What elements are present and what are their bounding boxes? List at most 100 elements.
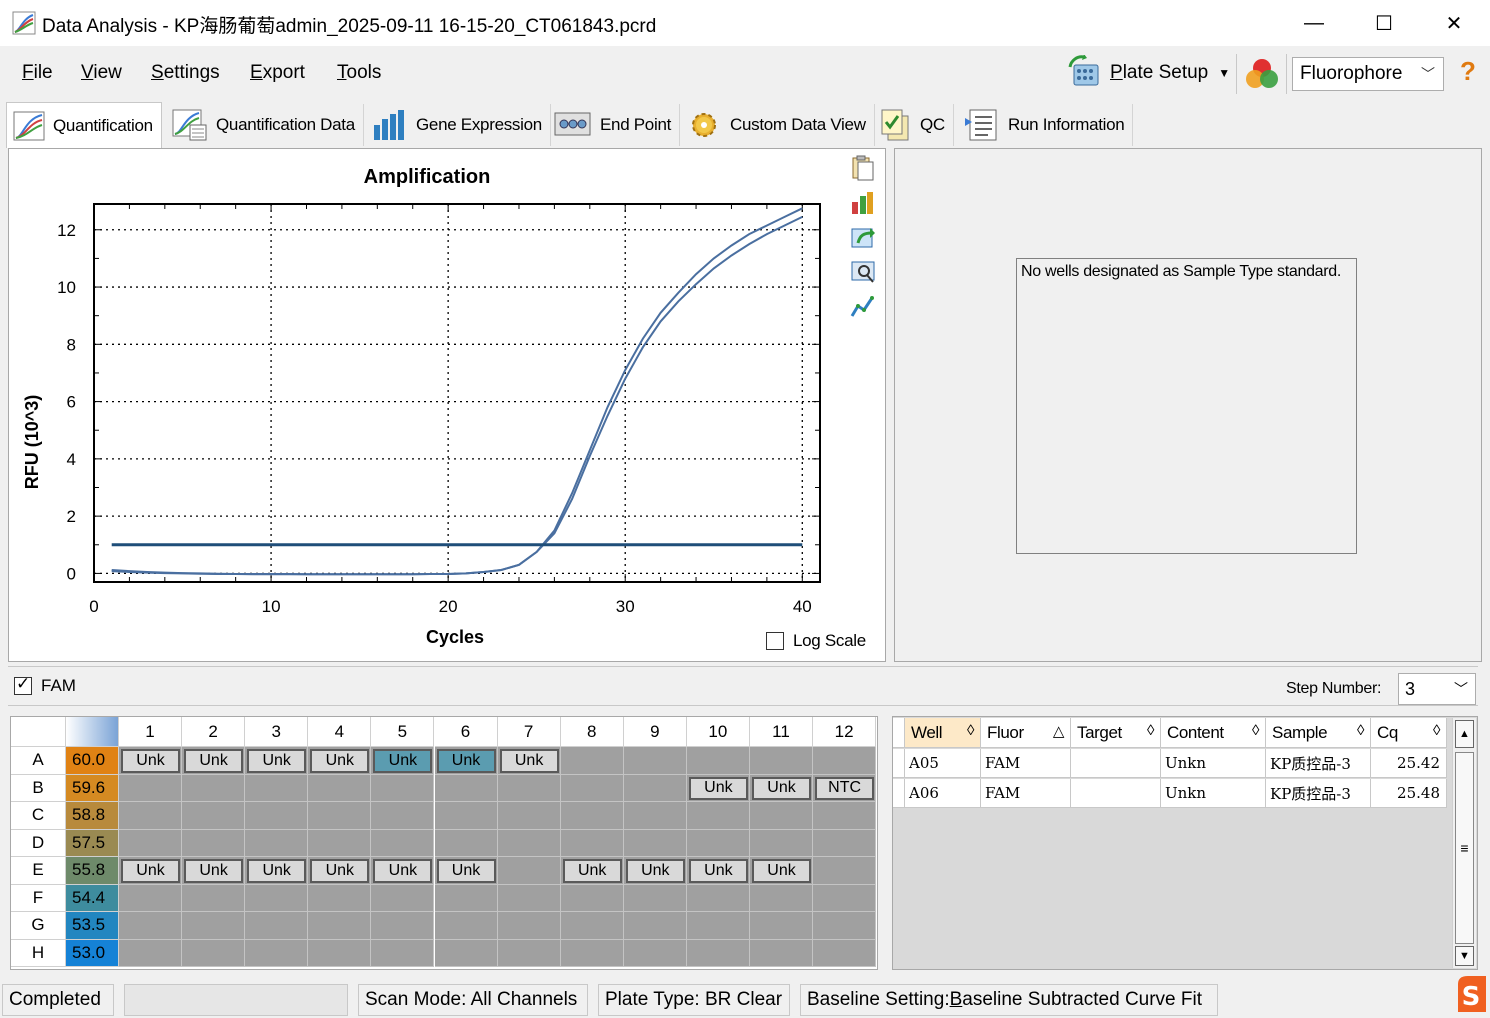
menu-file[interactable]: File [22, 62, 53, 84]
plate-row-header[interactable]: F [11, 884, 66, 912]
export-graph-icon[interactable] [850, 225, 876, 251]
fluorophore-select[interactable]: Fluorophore ﹀ [1292, 57, 1444, 91]
plate-empty-cell[interactable] [813, 802, 877, 830]
plate-column-header[interactable]: 4 [308, 717, 372, 747]
plate-empty-cell[interactable] [686, 829, 750, 857]
tab-custom-data-view[interactable]: Custom Data View [680, 104, 875, 146]
table-cell-target[interactable] [1071, 779, 1161, 808]
plate-well[interactable]: Unk [562, 859, 622, 883]
tab-quantification-data[interactable]: Quantification Data [166, 104, 364, 146]
close-button[interactable]: ✕ [1419, 0, 1489, 46]
plate-empty-cell[interactable] [560, 939, 624, 967]
plate-empty-cell[interactable] [686, 802, 750, 830]
ime-s-icon[interactable]: S [1454, 974, 1490, 1014]
plate-empty-cell[interactable] [371, 939, 435, 967]
sort-icon[interactable]: △ [1053, 722, 1065, 740]
plate-empty-cell[interactable] [497, 774, 561, 802]
plate-empty-cell[interactable] [623, 939, 687, 967]
plate-setup-button[interactable]: Plate Setup ▼ [1068, 50, 1232, 96]
plate-row-header[interactable]: G [11, 912, 66, 940]
table-header-well[interactable]: Well ◊ [905, 718, 981, 748]
plate-empty-cell[interactable] [119, 774, 182, 802]
table-header-content[interactable]: Content ◊ [1161, 718, 1266, 748]
tab-end-point[interactable]: End Point [548, 104, 681, 146]
trace-style-icon[interactable] [850, 294, 876, 320]
plate-empty-cell[interactable] [497, 829, 561, 857]
plate-well[interactable]: Unk [752, 859, 811, 883]
plate-row-header[interactable]: B [11, 774, 66, 802]
plate-empty-cell[interactable] [623, 774, 687, 802]
plate-empty-cell[interactable] [434, 912, 498, 940]
plate-empty-cell[interactable] [182, 884, 246, 912]
plate-empty-cell[interactable] [371, 829, 435, 857]
table-cell-sample[interactable]: KP质控品-3 [1266, 749, 1371, 778]
plate-empty-cell[interactable] [497, 857, 561, 885]
table-cell-sample[interactable]: KP质控品-3 [1266, 779, 1371, 808]
amplification-chart[interactable]: Amplification Cycles RFU (10^3) 0 10 20 30 4… [8, 148, 886, 662]
scroll-thumb[interactable]: ≡ [1455, 752, 1474, 944]
menu-export[interactable]: Export [250, 62, 305, 84]
plate-column-header[interactable]: 12 [813, 717, 877, 747]
table-cell-well[interactable]: A05 [905, 749, 981, 778]
plate-empty-cell[interactable] [308, 774, 372, 802]
table-cell-content[interactable]: Unkn [1161, 779, 1266, 808]
plate-well[interactable]: Unk [121, 859, 180, 883]
plate-empty-cell[interactable] [245, 884, 309, 912]
plate-empty-cell[interactable] [245, 774, 309, 802]
plate-empty-cell[interactable] [119, 939, 182, 967]
plate-empty-cell[interactable] [434, 829, 498, 857]
plate-column-header[interactable]: 6 [434, 717, 498, 747]
plate-well[interactable]: Unk [625, 859, 685, 883]
log-scale-toggle[interactable]: Log Scale [766, 631, 866, 651]
plate-well[interactable]: Unk [499, 749, 559, 773]
plate-empty-cell[interactable] [182, 802, 246, 830]
plate-empty-cell[interactable] [750, 884, 813, 912]
plate-column-header[interactable]: 1 [119, 717, 182, 747]
plate-column-header[interactable]: 11 [750, 717, 813, 747]
plate-empty-cell[interactable] [686, 747, 750, 775]
help-icon[interactable]: ? [1460, 56, 1476, 87]
maximize-button[interactable]: ☐ [1349, 0, 1419, 46]
sort-icon[interactable]: ◊ [1252, 722, 1259, 739]
amplification-curve-1[interactable] [111, 207, 803, 576]
plate-empty-cell[interactable] [560, 802, 624, 830]
table-header-fluor[interactable]: Fluor △ [981, 718, 1071, 748]
plate-empty-cell[interactable] [623, 912, 687, 940]
plate-empty-cell[interactable] [813, 747, 877, 775]
menu-settings[interactable]: Settings [151, 62, 220, 84]
plate-empty-cell[interactable] [813, 912, 877, 940]
plate-well[interactable]: Unk [436, 859, 496, 883]
plate-empty-cell[interactable] [245, 912, 309, 940]
plate-empty-cell[interactable] [371, 774, 435, 802]
plate-empty-cell[interactable] [245, 802, 309, 830]
sort-icon[interactable]: ◊ [1433, 722, 1440, 739]
plate-well[interactable]: NTC [815, 776, 875, 800]
plate-empty-cell[interactable] [182, 912, 246, 940]
step-number-select[interactable]: 3 ﹀ [1398, 673, 1476, 705]
plate-well[interactable]: Unk [436, 749, 496, 773]
plate-empty-cell[interactable] [497, 884, 561, 912]
plate-well[interactable]: Unk [184, 859, 244, 883]
plate-empty-cell[interactable] [182, 829, 246, 857]
plate-empty-cell[interactable] [182, 774, 246, 802]
table-cell-fluor[interactable]: FAM [981, 749, 1071, 778]
table-cell-target[interactable] [1071, 749, 1161, 778]
plate-empty-cell[interactable] [623, 884, 687, 912]
plate-well[interactable]: Unk [310, 859, 370, 883]
plate-empty-cell[interactable] [813, 857, 877, 885]
sort-icon[interactable]: ◊ [967, 722, 974, 739]
plate-empty-cell[interactable] [434, 802, 498, 830]
plate-empty-cell[interactable] [560, 912, 624, 940]
plate-column-header[interactable]: 5 [371, 717, 435, 747]
plate-empty-cell[interactable] [308, 829, 372, 857]
plate-empty-cell[interactable] [119, 829, 182, 857]
plate-corner-cell[interactable] [11, 717, 66, 747]
plate-well[interactable]: Unk [121, 749, 180, 773]
plate-empty-cell[interactable] [750, 802, 813, 830]
table-cell-fluor[interactable]: FAM [981, 779, 1071, 808]
copy-icon[interactable] [850, 155, 876, 181]
plate-row-header[interactable]: C [11, 802, 66, 830]
plate-empty-cell[interactable] [750, 912, 813, 940]
plate-well[interactable]: Unk [184, 749, 244, 773]
plate-empty-cell[interactable] [686, 884, 750, 912]
